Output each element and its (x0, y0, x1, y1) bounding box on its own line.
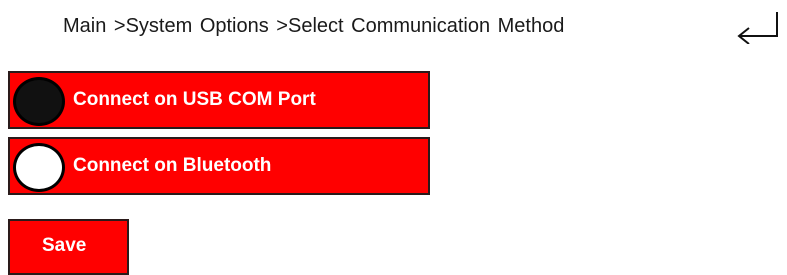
save-label: Save (42, 235, 87, 256)
radio-bluetooth-unselected[interactable] (13, 143, 65, 192)
breadcrumb: Main >System Options >Select Communicati… (63, 15, 565, 37)
option-usb-com-port[interactable]: Connect on USB COM Port (8, 71, 430, 129)
option-label-bluetooth: Connect on Bluetooth (73, 155, 272, 176)
option-label-usb: Connect on USB COM Port (73, 89, 316, 110)
back-arrow-icon[interactable] (735, 6, 781, 44)
radio-usb-selected[interactable] (13, 77, 65, 126)
save-button[interactable]: Save (8, 219, 129, 275)
option-bluetooth[interactable]: Connect on Bluetooth (8, 137, 430, 195)
